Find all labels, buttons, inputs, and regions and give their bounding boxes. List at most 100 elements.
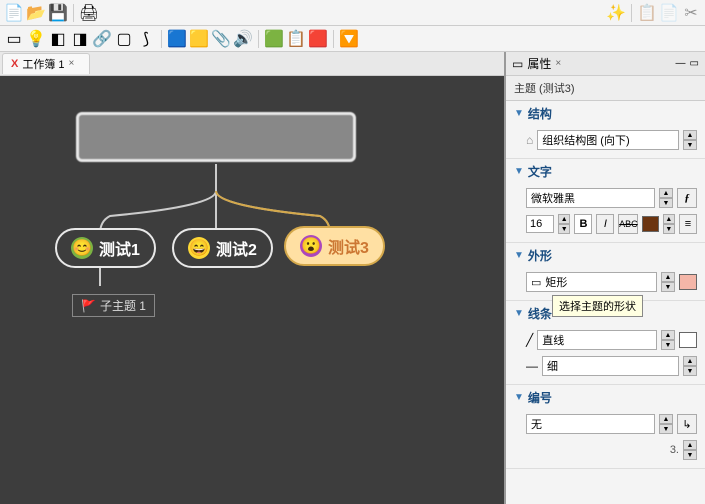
collapse-arrow-icon: ▼: [514, 392, 524, 403]
paste-icon[interactable]: 📄: [659, 3, 679, 23]
spinner[interactable]: ▲▼: [558, 214, 570, 234]
italic-button[interactable]: I: [596, 214, 614, 234]
number-format-button[interactable]: ↳: [677, 414, 697, 434]
spinner[interactable]: ▲▼: [683, 356, 697, 376]
sheet-icon[interactable]: 📋: [286, 29, 306, 49]
weight-icon: —: [526, 359, 538, 373]
number-value: 无: [531, 416, 542, 432]
separator: [161, 30, 162, 48]
shape-select[interactable]: ▭ 矩形: [526, 272, 657, 292]
font-style-button[interactable]: ƒ: [677, 188, 697, 208]
shape-color-swatch[interactable]: [679, 274, 697, 290]
section-structure[interactable]: ▼ 结构: [506, 101, 705, 126]
sub-topic-1[interactable]: 🚩 子主题 1: [72, 294, 155, 317]
restore-icon[interactable]: ▭: [690, 58, 699, 69]
shape-tooltip: 选择主题的形状: [552, 295, 643, 317]
structure-value: 组织结构图 (向下): [542, 132, 629, 148]
line-style-select[interactable]: 直线: [537, 330, 657, 350]
panel-title: 属性: [527, 55, 551, 72]
copy-icon[interactable]: 📋: [637, 3, 657, 23]
section-title: 外形: [528, 247, 552, 264]
section-shape[interactable]: ▼ 外形: [506, 243, 705, 268]
spinner[interactable]: ▲▼: [683, 440, 697, 460]
section-title: 结构: [528, 105, 552, 122]
section-title: 线条: [528, 305, 552, 322]
tab-bar: X 工作簿 1 ×: [0, 52, 504, 76]
root-topic[interactable]: [76, 112, 356, 162]
spinner[interactable]: ▲▼: [661, 272, 675, 292]
close-icon[interactable]: ×: [555, 58, 567, 70]
flag-icon: 🚩: [81, 299, 96, 313]
structure-select[interactable]: 组织结构图 (向下): [537, 130, 679, 150]
depth-label: 3.: [670, 444, 679, 456]
section-title: 编号: [528, 389, 552, 406]
structure-icon: ⌂: [526, 133, 533, 147]
panel-header: ▭ 属性 × — ▭: [506, 52, 705, 76]
spinner[interactable]: ▲▼: [683, 130, 697, 150]
child-topic-2[interactable]: 😄 测试2: [172, 228, 273, 268]
relation-icon[interactable]: 🔗: [92, 29, 112, 49]
line-color-swatch[interactable]: [679, 332, 697, 348]
topic-label: 子主题 1: [100, 297, 146, 314]
label2-icon[interactable]: 🟨: [189, 29, 209, 49]
spinner[interactable]: ▲▼: [659, 188, 673, 208]
spinner[interactable]: ▲▼: [661, 330, 675, 350]
toolbar-row-2: ▭ 💡 ◧ ◨ 🔗 ▢ ⟆ 🟦 🟨 📎 🔊 🟩 📋 🟥 🔽: [0, 26, 705, 52]
rect-icon: ▭: [531, 276, 541, 289]
separator: [73, 4, 74, 22]
separator: [333, 30, 334, 48]
smile-green-icon: 😊: [71, 237, 93, 259]
node-icon[interactable]: ▭: [4, 29, 24, 49]
tab-label: 工作簿 1: [22, 56, 64, 72]
font-size-input[interactable]: [526, 215, 554, 233]
boundary-icon[interactable]: ▢: [114, 29, 134, 49]
label1-icon[interactable]: 🟦: [167, 29, 187, 49]
topic-label: 测试1: [99, 236, 140, 260]
strike-button[interactable]: ABC: [618, 214, 638, 234]
shape-value: 矩形: [545, 274, 567, 290]
print-icon[interactable]: 🖨: [79, 3, 99, 23]
line-weight-select[interactable]: 细: [542, 356, 679, 376]
bulb-icon[interactable]: 💡: [26, 29, 46, 49]
cut-icon[interactable]: ✂: [681, 3, 701, 23]
bold-button[interactable]: B: [574, 214, 592, 234]
child-topic-1[interactable]: 😊 测试1: [55, 228, 156, 268]
spinner[interactable]: ▲▼: [663, 214, 675, 234]
line-weight-value: 细: [547, 358, 558, 374]
workbook-tab[interactable]: X 工作簿 1 ×: [2, 53, 90, 74]
collapse-arrow-icon: ▼: [514, 166, 524, 177]
number-select[interactable]: 无: [526, 414, 655, 434]
topic-label: 测试2: [216, 236, 257, 260]
open-icon[interactable]: 📂: [26, 3, 46, 23]
subject-label: 主题 (测试3): [506, 76, 705, 101]
summary-icon[interactable]: ⟆: [136, 29, 156, 49]
collapse-arrow-icon: ▼: [514, 250, 524, 261]
font-select[interactable]: 微软雅黑: [526, 188, 655, 208]
drill-icon[interactable]: 🔽: [339, 29, 359, 49]
mindmap-canvas[interactable]: 😊 测试1 😄 测试2 😮 测试3 🚩 子主题 1: [0, 76, 504, 504]
surprised-purple-icon: 😮: [300, 235, 322, 257]
line-icon: ╱: [526, 333, 533, 347]
child-icon[interactable]: ◧: [48, 29, 68, 49]
child-topic-3-selected[interactable]: 😮 测试3: [284, 226, 385, 266]
section-text[interactable]: ▼ 文字: [506, 159, 705, 184]
separator: [258, 30, 259, 48]
section-number[interactable]: ▼ 编号: [506, 385, 705, 410]
align-button[interactable]: ≡: [679, 214, 697, 234]
wand-icon[interactable]: ✨: [606, 3, 626, 23]
attach-icon[interactable]: 📎: [211, 29, 231, 49]
spinner[interactable]: ▲▼: [659, 414, 673, 434]
green-icon[interactable]: 🟩: [264, 29, 284, 49]
float-icon[interactable]: ◨: [70, 29, 90, 49]
smile-yellow-icon: 😄: [188, 237, 210, 259]
new-icon[interactable]: 📄: [4, 3, 24, 23]
red-icon[interactable]: 🟥: [308, 29, 328, 49]
audio-icon[interactable]: 🔊: [233, 29, 253, 49]
properties-panel: ▭ 属性 × — ▭ 主题 (测试3) ▼ 结构 ⌂ 组织结构图 (向下) ▲▼: [505, 52, 705, 504]
close-icon[interactable]: ×: [69, 58, 81, 70]
minimize-icon[interactable]: —: [676, 58, 686, 69]
font-value: 微软雅黑: [531, 190, 575, 206]
text-color-swatch[interactable]: [642, 216, 658, 232]
save-icon[interactable]: 💾: [48, 3, 68, 23]
separator: [631, 4, 632, 22]
